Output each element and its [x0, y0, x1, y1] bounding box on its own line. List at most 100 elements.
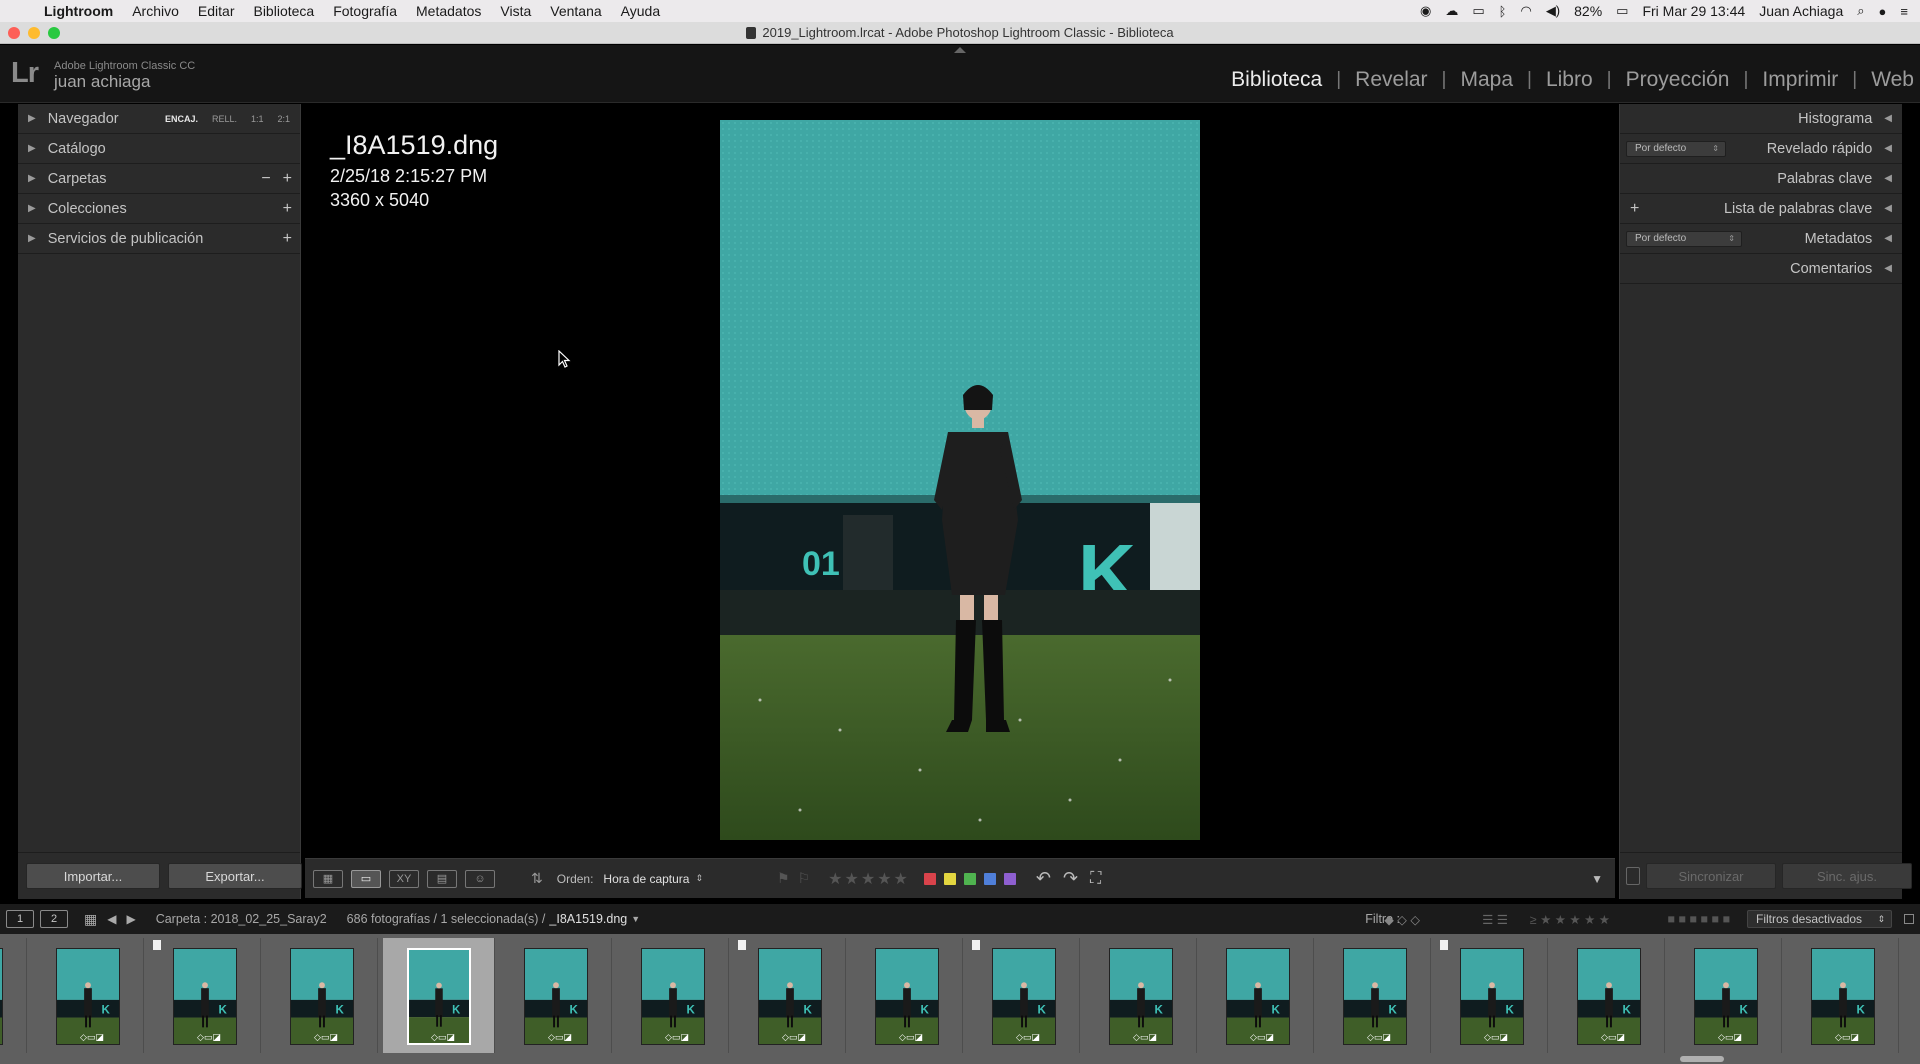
battery-icon[interactable]: ▭ [1616, 3, 1628, 19]
filmstrip-thumbnail[interactable]: K◇▭◪ [149, 938, 261, 1053]
menu-vista[interactable]: Vista [500, 3, 531, 19]
sort-stepper-icon[interactable]: ⇕ [695, 873, 703, 884]
thumbnail-badge-icon[interactable]: ◇▭◪ [1835, 1032, 1859, 1043]
thumbnail-badge-icon[interactable]: ◇▭◪ [431, 1032, 455, 1043]
thumbnail-badge-icon[interactable]: ◇▭◪ [1367, 1032, 1391, 1043]
add-publish-service-icon[interactable]: + [283, 230, 292, 248]
filmstrip-thumbnail[interactable]: K◇▭◪ [1319, 938, 1431, 1053]
filmstrip-thumbnail[interactable]: K◇▭◪ [266, 938, 378, 1053]
rating-star-icon[interactable]: ★ [877, 871, 891, 888]
rotate-left-icon[interactable]: ↶ [1036, 868, 1051, 889]
module-web[interactable]: Web [1871, 68, 1914, 92]
panel-comentarios[interactable]: Comentarios ◀ [1620, 254, 1902, 284]
panel-metadatos[interactable]: Por defecto ⇕ Metadatos ◀ [1620, 224, 1902, 254]
menu-fotografia[interactable]: Fotografía [333, 3, 397, 19]
pick-flag-icon[interactable] [1440, 940, 1448, 950]
filmstrip-path-dropdown-icon[interactable]: ▼ [631, 914, 640, 924]
filmstrip-thumbnail[interactable]: K◇▭◪ [1670, 938, 1782, 1053]
filmstrip-thumbnail[interactable]: K◇▭◪ [1436, 938, 1548, 1053]
filmstrip-thumbnail[interactable]: K◇▭◪ [32, 938, 144, 1053]
rating-star-icon[interactable]: ★ [828, 871, 842, 888]
rating-star-icon[interactable]: ★ [894, 871, 908, 888]
thumbnail-badge-icon[interactable]: ◇▭◪ [1484, 1032, 1508, 1043]
filmstrip-thumbnail[interactable]: K◇▭◪ [383, 938, 495, 1053]
flag-pick-icon[interactable]: ⚑ [777, 870, 790, 887]
export-button[interactable]: Exportar... [168, 863, 302, 889]
color-label-blue[interactable] [983, 872, 996, 885]
color-label-green[interactable] [963, 872, 976, 885]
zoom-fill[interactable]: RELL. [212, 114, 237, 124]
filmstrip-scrollbar[interactable] [1680, 1056, 1724, 1062]
filmstrip-selected-file[interactable]: _I8A1519.dng [549, 912, 627, 926]
color-label-red[interactable] [923, 872, 936, 885]
filmstrip-thumbnail[interactable]: K◇▭◪ [734, 938, 846, 1053]
module-revelar[interactable]: Revelar [1355, 68, 1427, 92]
top-panel-toggle-icon[interactable] [954, 47, 966, 53]
panel-servicios-publicacion[interactable]: ▶ Servicios de publicación + [18, 224, 300, 254]
filmstrip-thumbnail[interactable]: K◇▭◪ [968, 938, 1080, 1053]
filmstrip-thumbnail[interactable]: K◇▭◪ [0, 938, 27, 1053]
loupe-viewer[interactable]: _I8A1519.dng 2/25/18 2:15:27 PM 3360 x 5… [305, 104, 1615, 854]
filter-lock-icon[interactable] [1904, 914, 1914, 924]
status-filter-icon[interactable]: ☰ ☰ [1482, 912, 1508, 927]
spotlight-search-icon[interactable]: ⌕ [1857, 3, 1864, 19]
menu-archivo[interactable]: Archivo [132, 3, 179, 19]
main-window-button[interactable]: 1 [6, 910, 34, 928]
clock[interactable]: Fri Mar 29 13:44 [1642, 3, 1745, 19]
bluetooth-icon[interactable]: ᛒ [1499, 4, 1507, 19]
panel-colecciones[interactable]: ▶ Colecciones + [18, 194, 300, 224]
rating-star-icon[interactable]: ★ [845, 871, 859, 888]
menu-lightroom[interactable]: Lightroom [44, 3, 113, 19]
add-keyword-icon[interactable]: + [1630, 200, 1639, 218]
sync-button[interactable]: Sincronizar [1646, 863, 1776, 889]
user-name[interactable]: Juan Achiaga [1759, 3, 1843, 19]
module-libro[interactable]: Libro [1546, 68, 1593, 92]
panel-palabras-clave[interactable]: Palabras clave ◀ [1620, 164, 1902, 194]
rating-filter-icon[interactable]: ≥ ★ ★ ★ ★ ★ [1530, 912, 1610, 927]
back-arrow-icon[interactable]: ◀ [107, 912, 116, 926]
filmstrip-source[interactable]: Carpeta : 2018_02_25_Saray2 [156, 912, 327, 926]
zoom-2-1[interactable]: 2:1 [277, 114, 290, 124]
quick-develop-preset-select[interactable]: Por defecto ⇕ [1626, 140, 1726, 157]
thumbnail-badge-icon[interactable]: ◇▭◪ [1718, 1032, 1742, 1043]
flag-reject-icon[interactable]: ⚐ [798, 870, 811, 887]
toolbar-content-dropdown-icon[interactable]: ▼ [1591, 872, 1603, 886]
panel-histograma[interactable]: Histograma ◀ [1620, 104, 1902, 134]
survey-view-icon[interactable]: ▤ [427, 869, 457, 888]
import-button[interactable]: Importar... [26, 863, 160, 889]
filmstrip-thumbnail[interactable]: K◇▭◪ [1085, 938, 1197, 1053]
zoom-1-1[interactable]: 1:1 [251, 114, 264, 124]
menu-biblioteca[interactable]: Biblioteca [253, 3, 314, 19]
display-icon[interactable]: ▭ [1472, 3, 1484, 19]
metadata-preset-select[interactable]: Por defecto ⇕ [1626, 230, 1742, 247]
record-icon[interactable]: ◉ [1420, 3, 1431, 19]
thumbnail-badge-icon[interactable]: ◇▭◪ [80, 1032, 104, 1043]
menu-editar[interactable]: Editar [198, 3, 235, 19]
sort-select[interactable]: Hora de captura [603, 872, 689, 886]
minimize-window-button[interactable] [28, 27, 40, 39]
color-filter-icon[interactable]: ■ ■ ■ ■ ■ ■ [1667, 912, 1730, 926]
rating-star-icon[interactable]: ★ [861, 871, 875, 888]
main-photo[interactable]: 01 K [720, 120, 1200, 840]
color-label-yellow[interactable] [943, 872, 956, 885]
loupe-view-icon[interactable]: ▭ [351, 869, 381, 888]
module-imprimir[interactable]: Imprimir [1762, 68, 1838, 92]
filmstrip-thumbnail[interactable]: K◇▭◪ [851, 938, 963, 1053]
module-mapa[interactable]: Mapa [1460, 68, 1513, 92]
notification-center-icon[interactable]: ≡ [1900, 4, 1908, 19]
menu-metadatos[interactable]: Metadatos [416, 3, 481, 19]
thumbnail-badge-icon[interactable]: ◇▭◪ [314, 1032, 338, 1043]
compare-view-icon[interactable]: XY [389, 869, 419, 888]
close-window-button[interactable] [8, 27, 20, 39]
grid-jump-icon[interactable]: ▦ [84, 911, 97, 928]
thumbnail-badge-icon[interactable]: ◇▭◪ [899, 1032, 923, 1043]
thumbnail-badge-icon[interactable]: ◇▭◪ [197, 1032, 221, 1043]
volume-icon[interactable]: ◀) [1546, 3, 1560, 19]
pick-flag-icon[interactable] [153, 940, 161, 950]
sort-direction-icon[interactable]: ⇅ [531, 870, 543, 887]
people-view-icon[interactable]: ☺ [465, 869, 495, 888]
cloud-icon[interactable]: ☁ [1445, 3, 1458, 19]
panel-revelado-rapido[interactable]: Por defecto ⇕ Revelado rápido ◀ [1620, 134, 1902, 164]
thumbnail-badge-icon[interactable]: ◇▭◪ [1016, 1032, 1040, 1043]
pick-flag-icon[interactable] [972, 940, 980, 950]
